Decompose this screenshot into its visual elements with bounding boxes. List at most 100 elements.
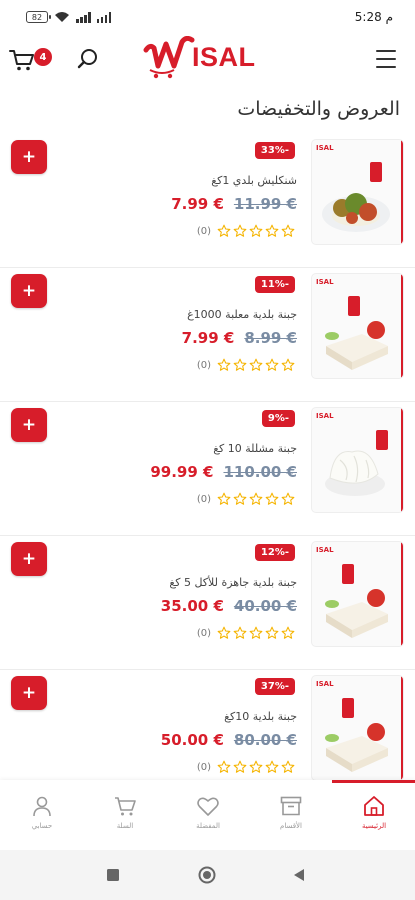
shankleesh-image: [322, 193, 390, 232]
add-to-cart-button[interactable]: +: [11, 542, 47, 576]
heart-icon: [197, 797, 219, 816]
cheese-image: [325, 723, 388, 772]
home-button-icon[interactable]: [198, 866, 216, 884]
thumb-border: [401, 140, 403, 244]
price-tag-icon: [348, 296, 360, 316]
star-icon: [249, 760, 263, 773]
price-old: 80.00 €: [233, 731, 297, 749]
star-icon: [265, 358, 279, 371]
product-card[interactable]: + 12%- جبنة بلدية جاهزة للأكل 5 كغ 35.00…: [0, 536, 415, 670]
discount-badge: 9%-: [261, 410, 295, 427]
system-navigation-bar: [0, 850, 415, 900]
product-name[interactable]: جبنة بلدية جاهزة للأكل 5 كغ: [169, 576, 297, 589]
cheese-image: [325, 589, 388, 638]
price-new: 7.99 €: [171, 195, 224, 213]
app-header: 4 ISAL: [0, 35, 415, 88]
add-to-cart-button[interactable]: +: [11, 140, 47, 174]
cart-icon: [115, 797, 136, 816]
star-icon: [217, 224, 231, 237]
product-card[interactable]: + 9%- جبنة مشللة 10 كغ 99.99 € 110.00 € …: [0, 402, 415, 536]
star-icon: [265, 760, 279, 773]
price-tag-icon: [342, 564, 354, 584]
price-row: 7.99 € 8.99 €: [182, 329, 297, 347]
thumb-logo: ISAL: [316, 546, 334, 554]
price-new: 7.99 €: [181, 329, 235, 347]
price-row: 35.00 € 40.00 €: [161, 597, 297, 615]
rating: (0): [197, 224, 295, 238]
product-image[interactable]: ISAL: [312, 274, 403, 378]
star-icon: [233, 224, 247, 237]
clock: م 5:28: [355, 10, 393, 24]
back-icon[interactable]: [292, 868, 306, 882]
product-image[interactable]: ISAL: [312, 140, 403, 244]
nav-label: الأقسام: [280, 822, 302, 830]
wifi-icon: [55, 12, 69, 22]
cart-count-badge: 4: [34, 48, 52, 66]
section-title: العروض والتخفيضات: [237, 98, 400, 120]
price-row: 50.00 € 80.00 €: [161, 731, 297, 749]
product-name[interactable]: جبنة بلدية 10كغ: [224, 710, 297, 723]
star-icon: [233, 760, 247, 773]
star-icon: [233, 358, 247, 371]
active-tab-indicator: [332, 780, 415, 783]
product-image[interactable]: ISAL: [312, 408, 403, 512]
rating-count: (0): [196, 359, 211, 371]
thumb-border: [401, 274, 403, 378]
stars: [217, 358, 295, 372]
star-icon: [249, 224, 263, 237]
discount-badge: 37%-: [254, 678, 295, 695]
rating-count: (0): [196, 761, 211, 773]
star-icon: [281, 760, 295, 773]
star-icon: [265, 224, 279, 237]
rating: (0): [197, 358, 295, 372]
rating: (0): [197, 626, 295, 640]
add-to-cart-button[interactable]: +: [11, 408, 47, 442]
nav-label: حسابي: [31, 822, 53, 830]
menu-icon[interactable]: [376, 50, 396, 68]
nav-label: المفضلة: [196, 822, 220, 830]
rating-count: (0): [196, 627, 211, 639]
discount-badge: 12%-: [254, 544, 295, 561]
stars: [217, 492, 295, 506]
product-name[interactable]: جبنة بلدية معلبة 1000غ: [187, 308, 297, 321]
product-name[interactable]: شنكليش بلدي 1كغ: [211, 174, 297, 187]
add-to-cart-button[interactable]: +: [11, 676, 47, 710]
status-bar: 82 م 5:28: [0, 0, 415, 36]
archive-icon: [280, 796, 302, 816]
star-icon: [265, 492, 279, 505]
thumb-border: [401, 542, 403, 646]
nav-home[interactable]: الرئيسية: [344, 794, 404, 830]
cheese-image: [325, 321, 388, 370]
star-icon: [281, 358, 295, 371]
price-old: 11.99 €: [233, 195, 297, 213]
nav-categories[interactable]: الأقسام: [261, 794, 321, 830]
star-icon: [233, 492, 247, 505]
product-card[interactable]: + 33%- شنكليش بلدي 1كغ 7.99 € 11.99 € (0…: [0, 134, 415, 268]
add-to-cart-button[interactable]: +: [11, 274, 47, 308]
nav-label: السلة: [116, 822, 134, 830]
home-icon: [364, 796, 384, 816]
battery-level: 82: [31, 12, 43, 22]
star-icon: [249, 492, 263, 505]
search-icon[interactable]: [76, 47, 100, 71]
product-card[interactable]: + 11%- جبنة بلدية معلبة 1000غ 7.99 € 8.9…: [0, 268, 415, 402]
star-icon: [217, 760, 231, 773]
price-row: 99.99 € 110.00 €: [150, 463, 297, 481]
product-name[interactable]: جبنة مشللة 10 كغ: [213, 442, 297, 455]
discount-badge: 11%-: [254, 276, 295, 293]
stars: [217, 626, 295, 640]
rating-count: (0): [196, 493, 211, 505]
rating: (0): [197, 760, 295, 774]
price-new: 35.00 €: [160, 597, 224, 615]
price-tag-icon: [342, 698, 354, 718]
nav-account[interactable]: حسابي: [12, 794, 72, 830]
nav-favorites[interactable]: المفضلة: [178, 794, 238, 830]
cart-icon[interactable]: [8, 46, 36, 74]
thumb-logo: ISAL: [316, 278, 334, 286]
clock-suffix: م: [385, 10, 393, 24]
price-old: 40.00 €: [233, 597, 297, 615]
product-image[interactable]: ISAL: [312, 542, 403, 646]
product-image[interactable]: ISAL: [312, 676, 403, 780]
recent-apps-icon[interactable]: [106, 868, 120, 882]
nav-cart[interactable]: السلة: [95, 794, 155, 830]
